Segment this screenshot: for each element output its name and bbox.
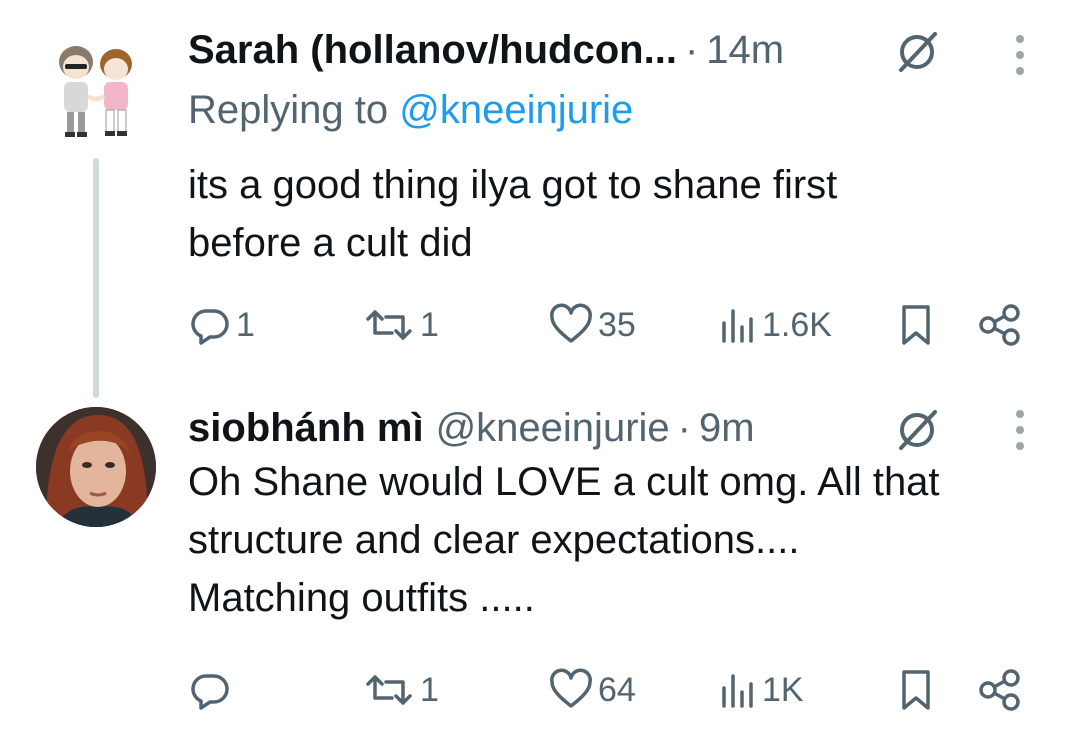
- timestamp[interactable]: 14m: [706, 28, 784, 73]
- thread-line: [93, 158, 99, 398]
- bookmark-icon: [902, 305, 930, 345]
- views-icon: [722, 674, 753, 708]
- bookmark-button[interactable]: [896, 300, 936, 350]
- replying-to: Replying to @kneeinjurie: [188, 88, 633, 133]
- display-name[interactable]: siobhánh mì: [188, 406, 424, 451]
- more-icon[interactable]: [1013, 408, 1027, 452]
- reply-button[interactable]: 1: [188, 300, 255, 350]
- repost-icon: [366, 675, 412, 705]
- bookmark-button[interactable]: [896, 665, 936, 715]
- tweet-text: Oh Shane would LOVE a cult omg. All that…: [188, 460, 940, 620]
- grok-icon[interactable]: [893, 26, 943, 76]
- reply-button[interactable]: [188, 665, 236, 715]
- share-icon: [979, 304, 1020, 346]
- tweet[interactable]: Sarah (hollanov/hudcon... · 14m Replying…: [0, 0, 1080, 398]
- user-handle[interactable]: @kneeinjurie: [436, 406, 670, 451]
- repost-count: 1: [420, 670, 439, 709]
- reply-icon: [191, 674, 229, 710]
- views-icon: [722, 309, 753, 343]
- timestamp[interactable]: 9m: [699, 406, 755, 451]
- views-button[interactable]: 1K: [718, 665, 804, 715]
- more-icon[interactable]: [1013, 33, 1027, 77]
- woman-portrait-avatar-icon: [36, 407, 156, 527]
- avatar[interactable]: [36, 30, 156, 150]
- like-button[interactable]: 35: [548, 300, 636, 350]
- bookmark-icon: [902, 670, 930, 710]
- repost-count: 1: [420, 305, 439, 344]
- share-icon: [979, 669, 1020, 711]
- separator-dot: ·: [684, 27, 699, 72]
- repost-button[interactable]: 1: [362, 665, 439, 715]
- action-bar: 1 1 35 1.6K: [0, 300, 1080, 350]
- reply-count: 1: [236, 305, 255, 344]
- separator-dot: ·: [677, 405, 691, 450]
- like-icon: [550, 668, 592, 708]
- tweet-header: siobhánh mì @kneeinjurie · 9m: [188, 398, 1080, 458]
- display-name[interactable]: Sarah (hollanov/hudcon...: [188, 28, 677, 73]
- tweet[interactable]: siobhánh mì @kneeinjurie · 9m Oh Shane w…: [0, 390, 1080, 746]
- replying-prefix: Replying to: [188, 88, 400, 132]
- like-count: 64: [598, 670, 636, 709]
- views-count: 1.6K: [762, 305, 832, 344]
- views-button[interactable]: 1.6K: [718, 300, 832, 350]
- views-count: 1K: [762, 670, 804, 709]
- action-bar: 1 64 1K: [0, 665, 1080, 715]
- chibi-couple-avatar-icon: [36, 30, 156, 150]
- share-button[interactable]: [976, 665, 1024, 715]
- tweet-header: Sarah (hollanov/hudcon... · 14m: [188, 20, 1080, 80]
- like-icon: [550, 303, 592, 343]
- reply-icon: [191, 309, 229, 345]
- repost-icon: [366, 310, 412, 340]
- like-button[interactable]: 64: [548, 665, 636, 715]
- repost-button[interactable]: 1: [362, 300, 439, 350]
- avatar[interactable]: [36, 407, 156, 527]
- like-count: 35: [598, 305, 636, 344]
- tweet-text: its a good thing ilya got to shane first…: [188, 163, 838, 265]
- grok-icon[interactable]: [893, 404, 943, 454]
- share-button[interactable]: [976, 300, 1024, 350]
- mention-link[interactable]: @kneeinjurie: [399, 88, 633, 132]
